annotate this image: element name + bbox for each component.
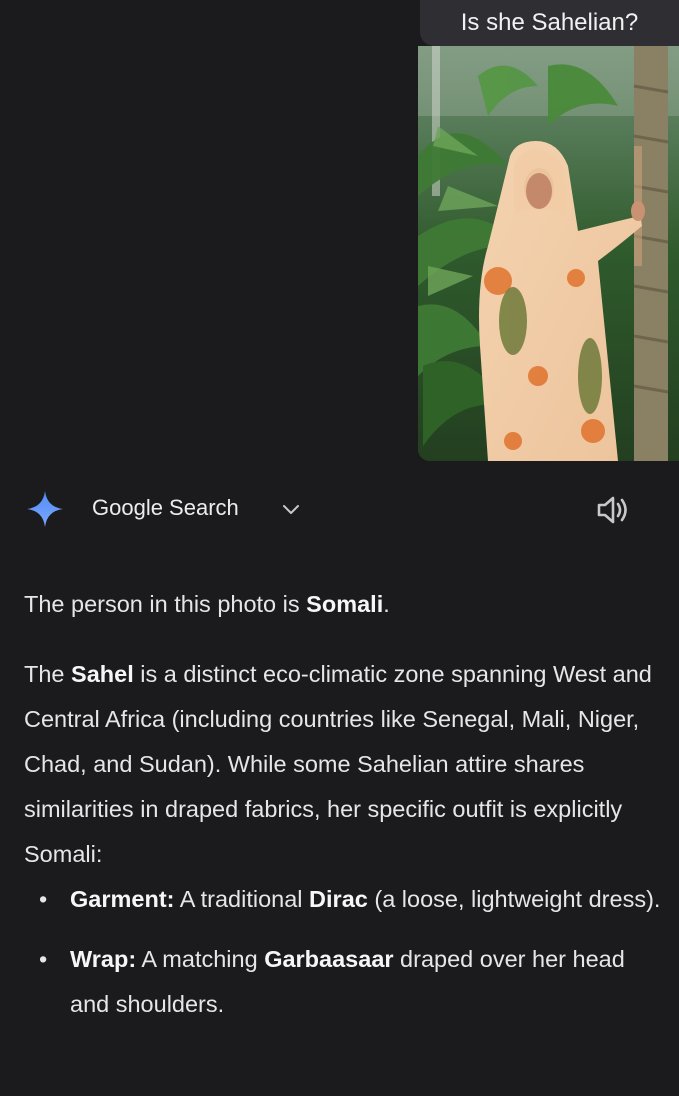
- chevron-down-icon[interactable]: [280, 498, 302, 520]
- user-message-bubble: Is she Sahelian?: [420, 0, 679, 46]
- list-item: • Wrap: A matching Garbaasaar draped ove…: [24, 937, 664, 1027]
- user-message-text: Is she Sahelian?: [460, 9, 639, 36]
- answer-paragraph-2: The Sahel is a distinct eco-climatic zon…: [24, 661, 652, 867]
- bullet-dot-icon: •: [39, 886, 48, 912]
- bullet-dot-icon: •: [39, 946, 48, 972]
- gemini-spark-icon: [27, 491, 63, 527]
- speaker-icon[interactable]: [594, 492, 630, 528]
- list-item: • Garment: A traditional Dirac (a loose,…: [24, 877, 664, 922]
- user-attached-photo[interactable]: [418, 46, 679, 461]
- answer-body: The person in this photo is Somali. The …: [24, 582, 664, 1042]
- answer-bullet-list: • Garment: A traditional Dirac (a loose,…: [24, 877, 664, 1027]
- source-label[interactable]: Google Search: [92, 495, 239, 521]
- response-header: Google Search: [0, 482, 679, 536]
- answer-paragraph-1: The person in this photo is Somali.: [24, 591, 390, 617]
